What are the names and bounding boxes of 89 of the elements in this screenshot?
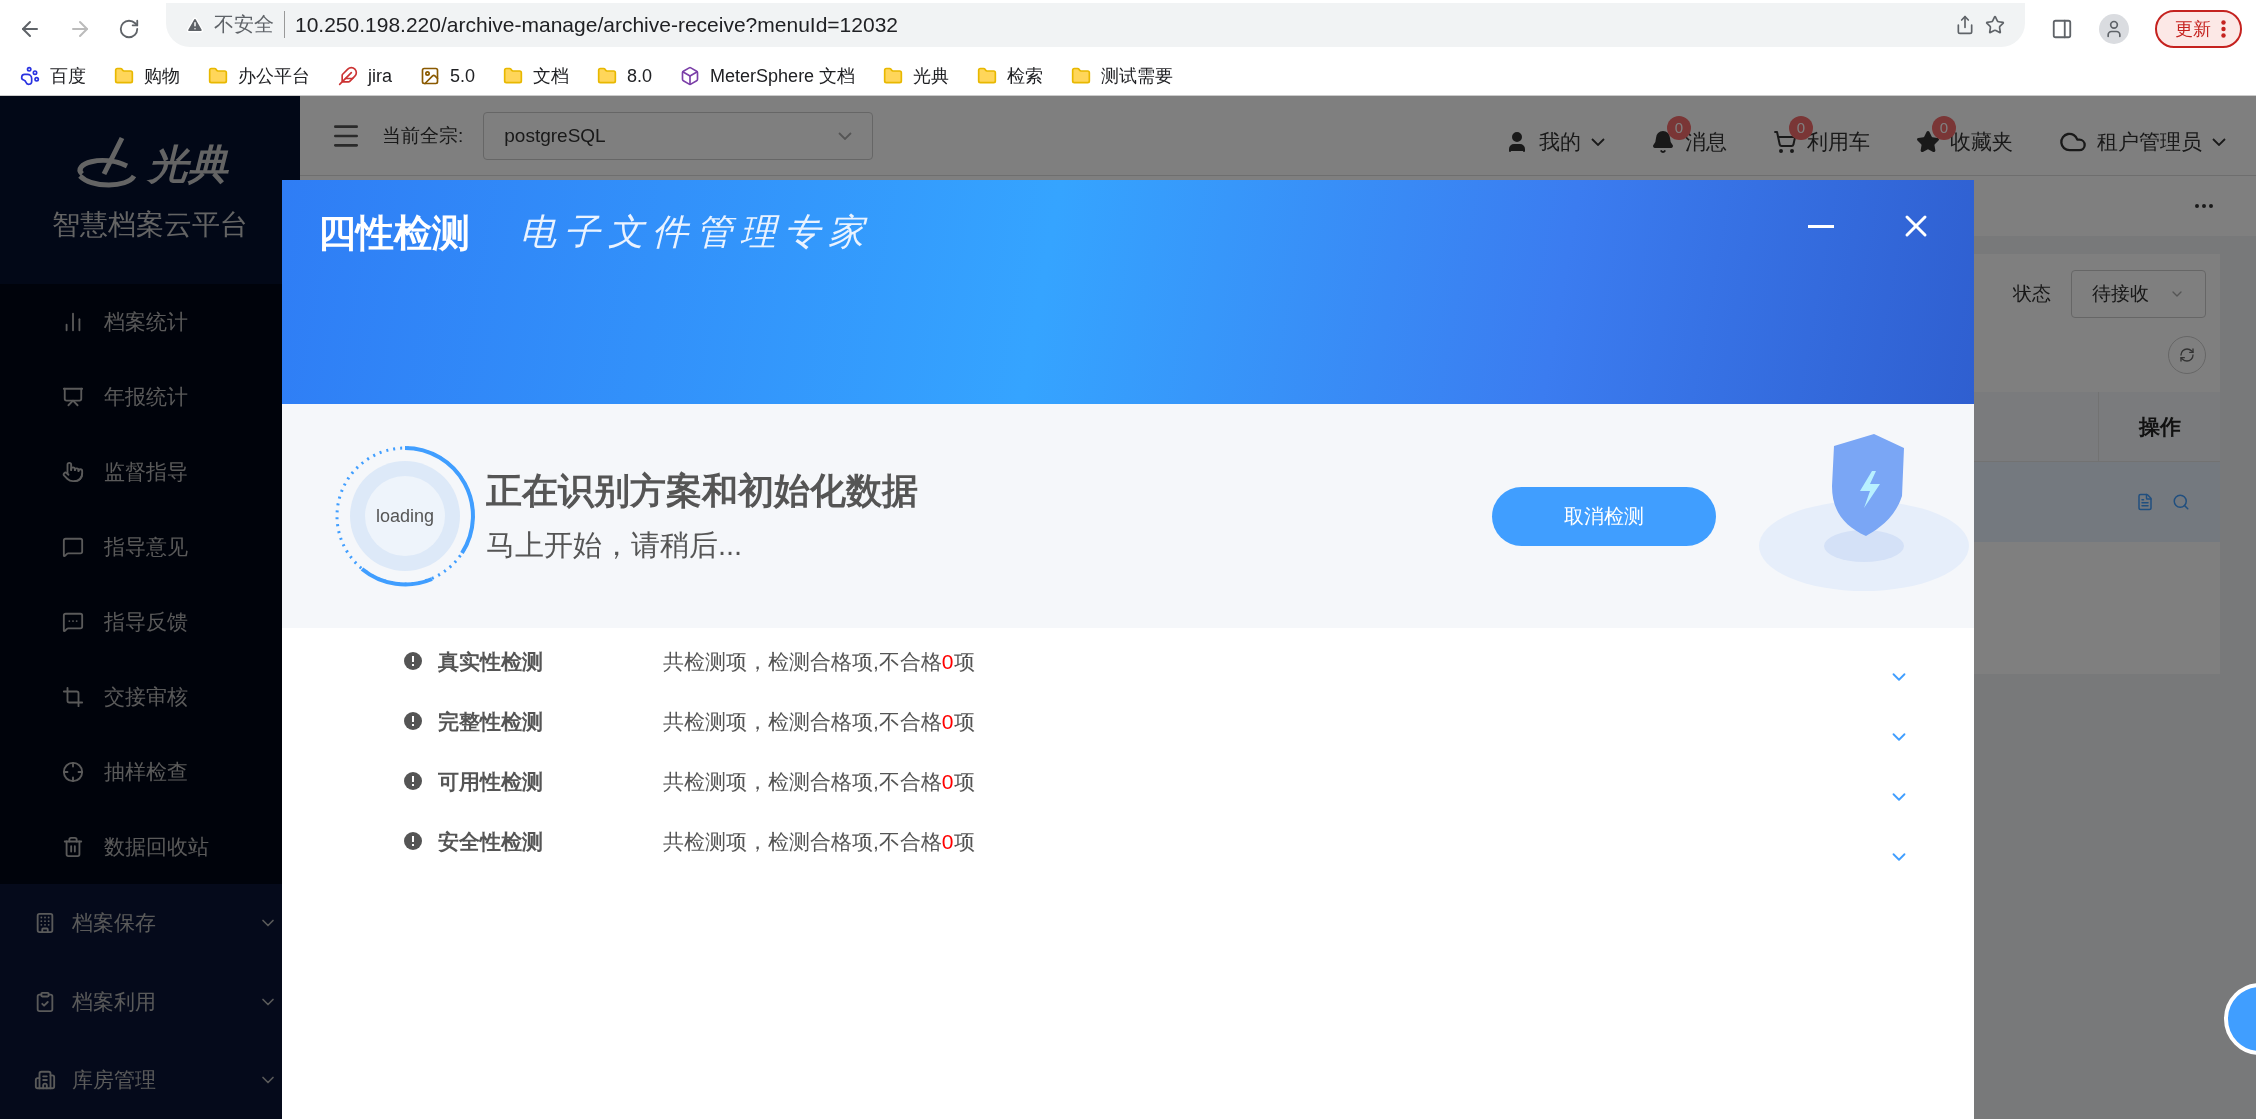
address-bar[interactable]: 不安全 10.250.198.220/archive-manage/archive-receive?menuId=12032 bbox=[166, 2, 2025, 47]
user-menu[interactable]: 我的 bbox=[1505, 111, 1605, 160]
clipboard-check-icon bbox=[34, 990, 56, 1013]
alert-icon bbox=[404, 652, 422, 670]
bookmark-link[interactable]: 购物 bbox=[114, 64, 180, 88]
bookmark-link[interactable]: MeterSphere 文档 bbox=[680, 64, 856, 88]
loading-label: loading bbox=[375, 505, 435, 527]
message-icon bbox=[62, 535, 84, 558]
status-subtext: 马上开始，请稍后... bbox=[486, 527, 744, 563]
paw-icon bbox=[20, 66, 40, 86]
refresh-icon bbox=[2179, 347, 2195, 363]
menu-item[interactable]: 年报统计 bbox=[0, 359, 300, 435]
platform-name: 智慧档案云平台 bbox=[52, 208, 248, 243]
side-panel-icon[interactable] bbox=[2051, 17, 2073, 40]
check-summary: 共检测项，检测合格项,不合格0项 bbox=[663, 709, 976, 735]
building-icon bbox=[34, 1068, 56, 1091]
menu-group[interactable]: 档案利用 bbox=[0, 962, 300, 1041]
cart-icon bbox=[1773, 129, 1797, 154]
pointer-icon bbox=[62, 460, 84, 483]
alert-icon bbox=[404, 772, 422, 790]
folder-icon bbox=[597, 66, 618, 86]
image-icon bbox=[420, 66, 440, 86]
fonds-select[interactable]: postgreSQL bbox=[483, 111, 874, 160]
chevron-icon bbox=[1591, 137, 1605, 146]
message-dots-icon bbox=[62, 610, 84, 633]
warning-icon bbox=[186, 15, 204, 34]
menu-item[interactable]: 档案统计 bbox=[0, 284, 300, 360]
minimize-icon bbox=[1808, 224, 1834, 228]
check-summary: 共检测项，检测合格项,不合格0项 bbox=[663, 829, 976, 855]
tenant-menu[interactable]: 租户管理员 bbox=[2059, 111, 2226, 160]
folder-icon bbox=[208, 66, 228, 86]
cube-icon bbox=[680, 66, 701, 86]
check-name: 安全性检测 bbox=[438, 829, 544, 855]
bookmark-link[interactable]: 8.0 bbox=[597, 65, 653, 87]
share-icon[interactable] bbox=[1955, 14, 1975, 35]
status-heading: 正在识别方案和初始化数据 bbox=[486, 468, 919, 513]
cancel-button[interactable]: 取消检测 bbox=[1492, 486, 1716, 546]
status-select[interactable]: 待接收 bbox=[2071, 270, 2206, 318]
bookmark-link[interactable]: 文档 bbox=[503, 64, 570, 88]
bell-icon bbox=[1651, 129, 1675, 154]
bookmark-link[interactable]: 光典 bbox=[883, 64, 950, 88]
star-icon bbox=[1916, 129, 1940, 154]
menu-group[interactable]: 档案保存 bbox=[0, 884, 300, 963]
check-summary: 共检测项，检测合格项,不合格0项 bbox=[663, 769, 976, 795]
bookmark-link[interactable]: 办公平台 bbox=[208, 64, 310, 88]
building-icon bbox=[34, 912, 56, 935]
url-text: 10.250.198.220/archive-manage/archive-receive?menuId=12032 bbox=[295, 12, 899, 37]
folder-icon bbox=[1071, 66, 1092, 86]
check-summary: 共检测项，检测合格项,不合格0项 bbox=[663, 649, 976, 675]
crop-icon bbox=[62, 685, 84, 708]
menu-item[interactable]: 抽样检查 bbox=[0, 734, 300, 810]
dialog-title: 四性检测 bbox=[318, 211, 470, 256]
menu-item[interactable]: 交接审核 bbox=[0, 659, 300, 735]
menu-item[interactable]: 指导反馈 bbox=[0, 584, 300, 660]
chevron-icon bbox=[2212, 137, 2226, 146]
bookmark-link[interactable]: 测试需要 bbox=[1071, 64, 1174, 88]
bookmark-star-icon[interactable] bbox=[1985, 14, 2005, 35]
trash-icon bbox=[62, 835, 84, 858]
bookmark-link[interactable]: jira bbox=[338, 65, 392, 87]
folder-icon bbox=[503, 66, 524, 86]
menu-item[interactable]: 数据回收站 bbox=[0, 809, 300, 885]
crosshair-icon bbox=[62, 760, 84, 783]
presentation-icon bbox=[62, 385, 84, 408]
folder-icon bbox=[883, 66, 904, 86]
bookmark-link[interactable]: 百度 bbox=[20, 64, 86, 88]
folder-icon bbox=[977, 66, 998, 86]
reload-icon[interactable] bbox=[118, 17, 140, 40]
logo-text: 光典 bbox=[148, 140, 228, 188]
check-name: 可用性检测 bbox=[438, 769, 544, 795]
slogan-text: 电子文件管理专家 bbox=[520, 210, 873, 254]
folder-icon bbox=[114, 66, 134, 86]
alert-icon bbox=[404, 712, 422, 730]
more-vertical-icon bbox=[2221, 19, 2226, 38]
security-label: 不安全 bbox=[214, 11, 285, 38]
bookmark-link[interactable]: 检索 bbox=[977, 64, 1044, 88]
menu-item[interactable]: 监督指导 bbox=[0, 434, 300, 510]
menu-item[interactable]: 指导意见 bbox=[0, 509, 300, 585]
feather-icon bbox=[338, 66, 358, 86]
bookmark-link[interactable]: 5.0 bbox=[420, 65, 476, 87]
filter-label: 状态 bbox=[2013, 282, 2051, 306]
chevron-icon bbox=[838, 131, 853, 140]
fonds-label: 当前全宗: bbox=[382, 123, 464, 148]
check-name: 真实性检测 bbox=[438, 649, 544, 675]
profile-avatar[interactable] bbox=[2099, 13, 2129, 44]
update-button[interactable]: 更新 bbox=[2155, 9, 2242, 48]
column-header: 操作 bbox=[2098, 392, 2220, 461]
check-name: 完整性检测 bbox=[438, 709, 544, 735]
alert-icon bbox=[404, 832, 422, 850]
menu-group[interactable]: 库房管理 bbox=[0, 1040, 300, 1119]
